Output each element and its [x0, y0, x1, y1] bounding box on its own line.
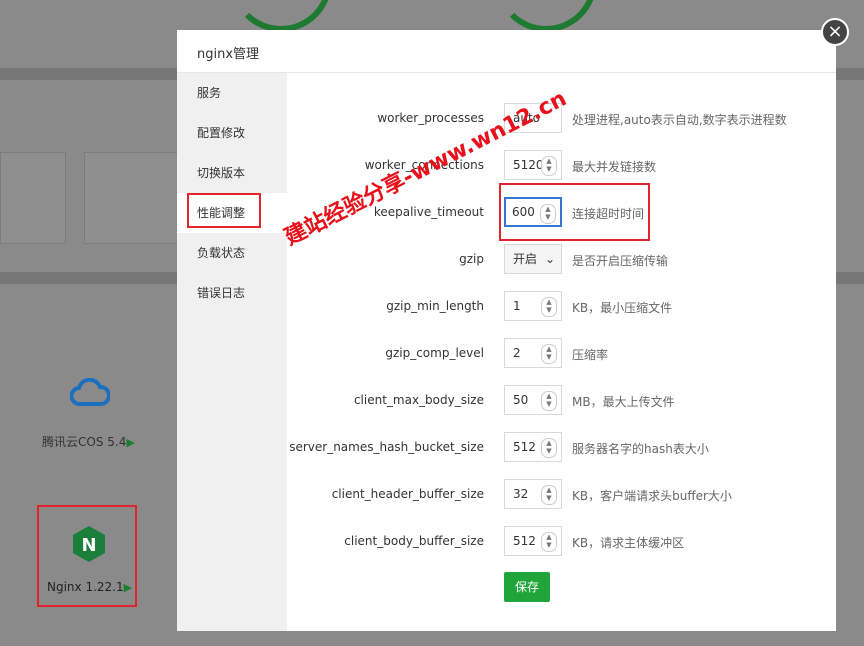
software-tile[interactable] [0, 152, 66, 244]
worker-connections-input[interactable]: 51200 ▲ ▼ [504, 150, 562, 180]
dialog-title: nginx管理 [197, 47, 260, 62]
field-value: 1 [513, 299, 521, 313]
setting-label: worker_processes [377, 111, 484, 125]
nginx-icon-letter: N [81, 535, 96, 556]
setting-row: server_names_hash_bucket_size 512 ▲ ▼ 服务器名… [287, 432, 836, 462]
setting-row: gzip_min_length 1 ▲ ▼ KB，最小压缩文件 [287, 291, 836, 321]
client-body-buffer-size-input[interactable]: 512 ▲ ▼ [504, 526, 562, 556]
save-button[interactable]: 保存 [504, 572, 550, 602]
setting-label: client_header_buffer_size [331, 487, 484, 501]
cos-plugin-label[interactable]: 腾讯云COS 5.4▶ [42, 433, 135, 450]
setting-description: KB，客户端请求头buffer大小 [572, 489, 732, 503]
stepper-icon[interactable]: ▲ ▼ [541, 156, 557, 176]
chevron-down-icon: ⌄ [544, 252, 555, 266]
setting-description: KB，请求主体缓冲区 [572, 536, 685, 550]
setting-label: gzip [459, 252, 484, 266]
sidebar-item-load-status[interactable]: 负载状态 [177, 233, 287, 273]
field-value: 开启 [513, 252, 538, 266]
memory-gauge [230, 0, 332, 32]
keepalive-highlight-box [499, 183, 650, 241]
gzip-min-length-input[interactable]: 1 ▲ ▼ [504, 291, 562, 321]
field-value: 32 [513, 487, 529, 501]
field-value: 512 [513, 440, 536, 454]
sidebar-item-config[interactable]: 配置修改 [177, 113, 287, 153]
stepper-icon[interactable]: ▲ ▼ [541, 438, 557, 458]
close-icon[interactable]: × [821, 18, 849, 46]
setting-label: server_names_hash_bucket_size [289, 440, 484, 454]
setting-label: gzip_min_length [386, 299, 484, 313]
dialog-sidebar: 服务 配置修改 切换版本 性能调整 负载状态 错误日志 [177, 73, 287, 631]
setting-description: 服务器名字的hash表大小 [572, 442, 709, 456]
disk-gauge [495, 0, 597, 32]
setting-label: client_max_body_size [353, 393, 484, 407]
gzip-select[interactable]: 开启 ⌄ [504, 244, 562, 274]
performance-highlight-box [187, 193, 261, 228]
stepper-icon[interactable]: ▲ ▼ [541, 344, 557, 364]
client-header-buffer-size-input[interactable]: 32 ▲ ▼ [504, 479, 562, 509]
sidebar-item-error-log[interactable]: 错误日志 [177, 273, 287, 313]
stepper-icon[interactable]: ▲ ▼ [541, 297, 557, 317]
client-max-body-size-input[interactable]: 50 ▲ ▼ [504, 385, 562, 415]
setting-row: client_max_body_size 50 ▲ ▼ MB，最大上传文件 [287, 385, 836, 415]
setting-description: 最大并发链接数 [572, 160, 657, 174]
setting-description: 处理进程,auto表示自动,数字表示进程数 [572, 113, 787, 127]
setting-description: 是否开启压缩传输 [572, 254, 669, 268]
setting-row: client_header_buffer_size 32 ▲ ▼ KB，客户端请求头… [287, 479, 836, 509]
setting-label: keepalive_timeout [373, 205, 484, 219]
field-value: 50 [513, 393, 529, 407]
stepper-icon[interactable]: ▲ ▼ [541, 532, 557, 552]
dialog-header: nginx管理 [177, 30, 836, 73]
setting-row: client_body_buffer_size 512 ▲ ▼ KB，请求主体缓冲区 [287, 526, 836, 556]
setting-description: 压缩率 [572, 348, 609, 362]
gzip-comp-level-input[interactable]: 2 ▲ ▼ [504, 338, 562, 368]
cloud-icon [70, 378, 110, 406]
sidebar-item-version[interactable]: 切换版本 [177, 153, 287, 193]
setting-row: gzip_comp_level 2 ▲ ▼ 压缩率 [287, 338, 836, 368]
nginx-icon: N [73, 526, 105, 562]
field-value: 512 [513, 534, 536, 548]
field-value: 2 [513, 346, 521, 360]
sidebar-item-service[interactable]: 服务 [177, 73, 287, 113]
nginx-plugin-label[interactable]: Nginx 1.22.1▶ [47, 580, 132, 594]
server-names-hash-bucket-size-input[interactable]: 512 ▲ ▼ [504, 432, 562, 462]
stepper-icon[interactable]: ▲ ▼ [541, 485, 557, 505]
setting-description: KB，最小压缩文件 [572, 301, 673, 315]
software-tile[interactable] [84, 152, 179, 244]
stepper-icon[interactable]: ▲ ▼ [541, 391, 557, 411]
setting-label: client_body_buffer_size [344, 534, 484, 548]
setting-label: gzip_comp_level [385, 346, 484, 360]
setting-row: gzip 开启 ⌄ 是否开启压缩传输 [287, 244, 836, 274]
setting-description: MB，最大上传文件 [572, 395, 675, 409]
